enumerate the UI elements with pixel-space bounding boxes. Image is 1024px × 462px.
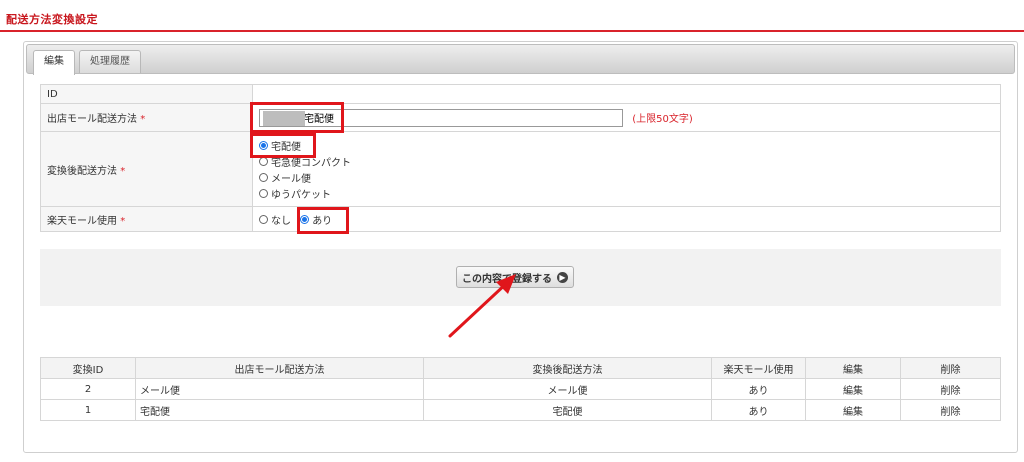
cell-store-method: 宅配便	[135, 399, 424, 421]
edit-form: ID 出店モール配送方法 * (上限50文字) 変換後配送方法 *	[40, 84, 1001, 232]
cell-rakuten: あり	[711, 399, 806, 421]
radio-button[interactable]	[259, 214, 268, 224]
converted-method-options: 宅配便 宅急便コンパクト メール便 ゆうパケット	[252, 131, 1001, 207]
table-row: 2 メール便 メール便 あり 編集 削除	[40, 378, 1001, 400]
required-mark: *	[140, 114, 146, 125]
table-row: 1 宅配便 宅配便 あり 編集 削除	[40, 399, 1001, 421]
edit-link[interactable]: 編集	[805, 399, 901, 421]
rakuten-use-label: 楽天モール使用 *	[40, 206, 253, 232]
radio-option-mail[interactable]: メール便	[259, 169, 994, 185]
radio-option-none[interactable]: なし	[259, 212, 291, 227]
cell-id: 2	[40, 378, 136, 400]
delete-link[interactable]: 削除	[900, 378, 1001, 400]
radio-option-takuhaibin[interactable]: 宅配便	[259, 137, 994, 153]
radio-button[interactable]	[259, 188, 268, 198]
col-header-id: 変換ID	[40, 357, 136, 379]
settings-panel: 編集 処理履歴 ID 出店モール配送方法 * (上限50文字) 変換後配送方法	[23, 41, 1018, 453]
highlight-rakuten-yes	[297, 207, 349, 234]
required-mark: *	[120, 215, 126, 227]
cell-id: 1	[40, 399, 136, 421]
highlight-converted-option	[250, 133, 316, 158]
cell-converted-method: 宅配便	[423, 399, 712, 421]
arrow-right-circle-icon: ▶	[557, 271, 568, 283]
highlight-store-method-input	[250, 102, 344, 133]
radio-label: メール便	[271, 173, 311, 185]
required-mark: *	[120, 165, 126, 177]
page-title: 配送方法変換設定	[6, 13, 98, 26]
col-header-edit: 編集	[805, 357, 901, 379]
rakuten-use-label-text: 楽天モール使用	[47, 215, 117, 227]
cell-store-method: メール便	[135, 378, 424, 400]
store-method-label-text: 出店モール配送方法	[47, 114, 137, 125]
edit-link[interactable]: 編集	[805, 378, 901, 400]
conversion-list-table: 変換ID 出店モール配送方法 変換後配送方法 楽天モール使用 編集 削除 2 メ…	[40, 357, 1001, 421]
annotation-arrow-icon	[448, 274, 516, 338]
id-label: ID	[40, 84, 253, 104]
radio-option-compact[interactable]: 宅急便コンパクト	[259, 153, 994, 169]
radio-label: ゆうパケット	[271, 189, 331, 201]
store-method-cell: (上限50文字)	[252, 103, 1001, 132]
tab-history[interactable]: 処理履歴	[79, 50, 141, 73]
rakuten-use-options: なし あり	[252, 206, 1001, 232]
col-header-store-method: 出店モール配送方法	[135, 357, 424, 379]
radio-button[interactable]	[259, 172, 268, 182]
cell-rakuten: あり	[711, 378, 806, 400]
radio-label: なし	[271, 215, 291, 227]
radio-option-yupacket[interactable]: ゆうパケット	[259, 185, 994, 201]
char-limit-note: (上限50文字)	[632, 114, 693, 125]
title-divider	[0, 30, 1024, 32]
delete-link[interactable]: 削除	[900, 399, 1001, 421]
store-method-label: 出店モール配送方法 *	[40, 103, 253, 132]
col-header-rakuten: 楽天モール使用	[711, 357, 806, 379]
converted-method-label-text: 変換後配送方法	[47, 165, 117, 177]
tab-bar: 編集 処理履歴	[26, 44, 1015, 75]
id-value	[252, 84, 1001, 104]
table-header-row: 変換ID 出店モール配送方法 変換後配送方法 楽天モール使用 編集 削除	[40, 357, 1001, 379]
col-header-converted-method: 変換後配送方法	[423, 357, 712, 379]
col-header-delete: 削除	[900, 357, 1001, 379]
converted-method-label: 変換後配送方法 *	[40, 131, 253, 207]
tab-edit[interactable]: 編集	[33, 50, 75, 75]
cell-converted-method: メール便	[423, 378, 712, 400]
